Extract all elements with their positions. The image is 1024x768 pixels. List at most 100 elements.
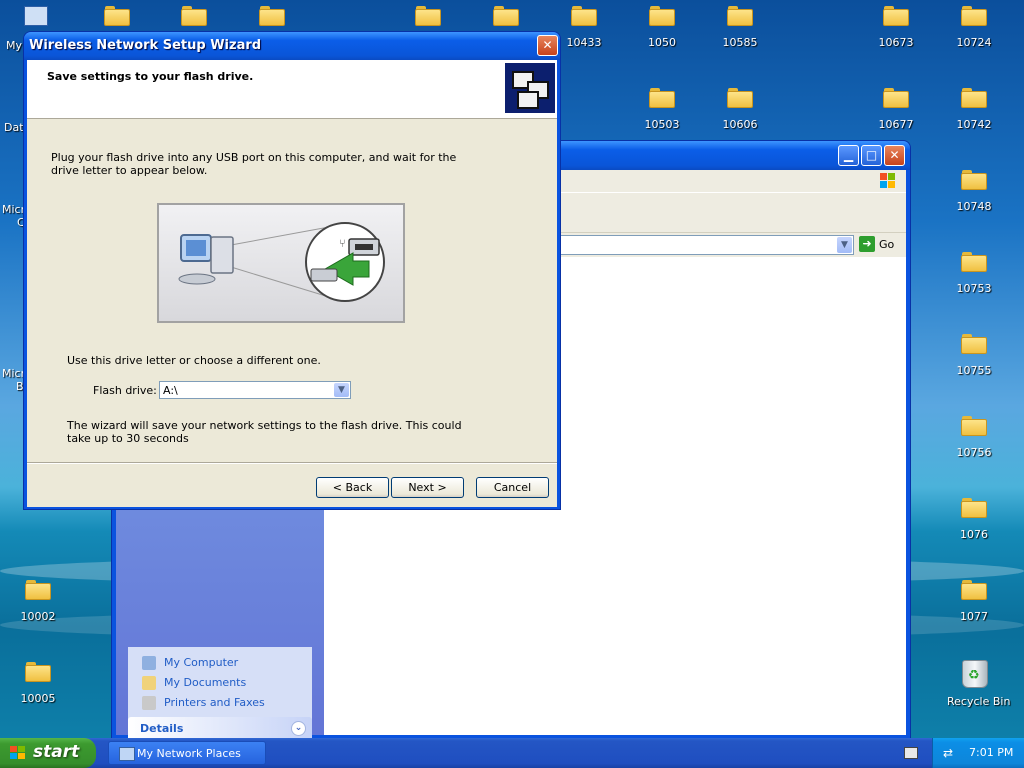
flash-drive-select[interactable]: A:\ ▼ xyxy=(159,381,351,399)
network-icon xyxy=(24,6,48,26)
folder-icon xyxy=(961,252,987,272)
chevron-down-icon[interactable]: ⌄ xyxy=(291,721,306,736)
folder-icon xyxy=(883,6,909,26)
folder-icon xyxy=(961,170,987,190)
desktop-folder-label: 10753 xyxy=(956,282,992,295)
desktop-folder[interactable]: 10677 xyxy=(860,86,932,148)
go-button[interactable]: ➜ Go xyxy=(859,236,909,254)
folder-icon xyxy=(649,88,675,108)
folder-icon xyxy=(415,6,441,26)
windows-logo-icon xyxy=(880,173,896,189)
folder-icon xyxy=(25,580,51,600)
flash-drive-value: A:\ xyxy=(163,384,178,397)
start-button[interactable]: start xyxy=(0,738,96,768)
taskbar-item-my-network-places[interactable]: My Network Places xyxy=(108,741,266,765)
documents-icon xyxy=(142,676,156,690)
folder-icon xyxy=(961,416,987,436)
folder-icon xyxy=(961,88,987,108)
desktop-folder[interactable]: 1076 xyxy=(938,496,1010,558)
other-place-my-computer[interactable]: My Computer xyxy=(128,653,312,673)
desktop-folder[interactable]: 10755 xyxy=(938,332,1010,394)
desktop-folder[interactable]: 10005 xyxy=(2,660,74,722)
chevron-down-icon[interactable]: ▼ xyxy=(837,237,852,253)
desktop-folder-label: 10724 xyxy=(956,36,992,49)
desktop-folder[interactable]: 10002 xyxy=(2,578,74,640)
desktop-icon-label: My xyxy=(6,39,23,52)
desktop-folder[interactable]: 10742 xyxy=(938,86,1010,148)
close-button[interactable]: ✕ xyxy=(537,35,558,56)
go-label: Go xyxy=(879,237,895,251)
folder-icon xyxy=(571,6,597,26)
back-button[interactable]: < Back xyxy=(316,477,389,498)
close-button[interactable]: ✕ xyxy=(884,145,905,166)
maximize-button[interactable]: □ xyxy=(861,145,882,166)
wizard-header: Save settings to your flash drive. xyxy=(27,60,557,119)
instruction-text: Plug your flash drive into any USB port … xyxy=(51,151,457,177)
desktop-folder-label: 10585 xyxy=(722,36,758,49)
taskbar: start My Network Places ⇄ 7:01 PM xyxy=(0,738,1024,768)
wizard-body: Plug your flash drive into any USB port … xyxy=(27,119,557,507)
folder-icon xyxy=(883,88,909,108)
desktop-folder[interactable]: 10756 xyxy=(938,414,1010,476)
desktop-folder[interactable]: 10753 xyxy=(938,250,1010,312)
desktop-folder-label: 10606 xyxy=(722,118,758,131)
other-place-printers[interactable]: Printers and Faxes xyxy=(128,693,312,713)
clock[interactable]: 7:01 PM xyxy=(969,746,1013,759)
chevron-down-icon[interactable]: ▼ xyxy=(334,383,349,397)
details-title: Details xyxy=(140,722,184,735)
desktop-folder[interactable]: 10673 xyxy=(860,4,932,66)
desktop-folder-label: 1050 xyxy=(648,36,676,49)
computer-icon xyxy=(142,656,156,670)
desktop-folder-label: 10002 xyxy=(20,610,56,623)
desktop-folder-label: 10748 xyxy=(956,200,992,213)
printer-icon xyxy=(142,696,156,710)
desktop-folder-label: 10673 xyxy=(878,36,914,49)
desktop-folder[interactable]: 10748 xyxy=(938,168,1010,230)
system-tray: ⇄ 7:01 PM xyxy=(932,738,1024,768)
other-place-label: My Computer xyxy=(164,656,239,669)
folder-icon xyxy=(181,6,207,26)
desktop-folder-label: 10005 xyxy=(20,692,56,705)
network-computers-icon xyxy=(505,63,555,113)
folder-icon xyxy=(104,6,130,26)
desktop-folder-label: 10677 xyxy=(878,118,914,131)
go-arrow-icon: ➜ xyxy=(859,236,875,252)
desktop-icon-label: Dat xyxy=(4,121,24,134)
address-input[interactable]: ▼ xyxy=(556,235,854,255)
cancel-button[interactable]: Cancel xyxy=(476,477,549,498)
desktop-folder-label: 1077 xyxy=(960,610,988,623)
desktop-folder-label: 10742 xyxy=(956,118,992,131)
other-place-label: My Documents xyxy=(164,676,247,689)
desktop-folder-label: 10756 xyxy=(956,446,992,459)
recycle-bin-label: Recycle Bin xyxy=(947,695,1011,708)
windows-flag-icon xyxy=(10,746,26,760)
desktop-folder-label: 1076 xyxy=(960,528,988,541)
desktop-folder[interactable]: 10606 xyxy=(704,86,776,148)
desktop-folder[interactable]: 1050 xyxy=(626,4,698,66)
other-place-my-documents[interactable]: My Documents xyxy=(128,673,312,693)
network-places-icon xyxy=(119,747,135,761)
folder-icon xyxy=(961,334,987,354)
desktop-folder[interactable]: 10585 xyxy=(704,4,776,66)
network-tray-icon[interactable]: ⇄ xyxy=(943,746,957,760)
other-place-label: Printers and Faxes xyxy=(164,696,265,709)
other-places-panel: My Computer My Documents Printers and Fa… xyxy=(128,647,312,725)
wizard-window[interactable]: Wireless Network Setup Wizard ✕ Save set… xyxy=(23,31,561,510)
folder-icon xyxy=(727,88,753,108)
recycle-bin-icon[interactable]: ♻ xyxy=(958,656,990,688)
desktop-folder[interactable]: 10503 xyxy=(626,86,698,148)
desktop-folder-label: 10755 xyxy=(956,364,992,377)
folder-icon xyxy=(961,498,987,518)
desktop-icon-partial[interactable] xyxy=(22,4,52,28)
folder-icon xyxy=(727,6,753,26)
start-label: start xyxy=(33,742,80,762)
desktop-folder-label: 10503 xyxy=(644,118,680,131)
desktop-folder[interactable]: 1077 xyxy=(938,578,1010,640)
desktop-folder[interactable]: 10724 xyxy=(938,4,1010,66)
next-button[interactable]: Next > xyxy=(391,477,464,498)
keyboard-icon[interactable] xyxy=(904,747,918,759)
wizard-title-bar[interactable]: Wireless Network Setup Wizard ✕ xyxy=(24,32,560,60)
taskbar-item-label: My Network Places xyxy=(137,747,241,760)
minimize-button[interactable]: ▁ xyxy=(838,145,859,166)
drive-prompt-text: Use this drive letter or choose a differ… xyxy=(67,354,321,367)
